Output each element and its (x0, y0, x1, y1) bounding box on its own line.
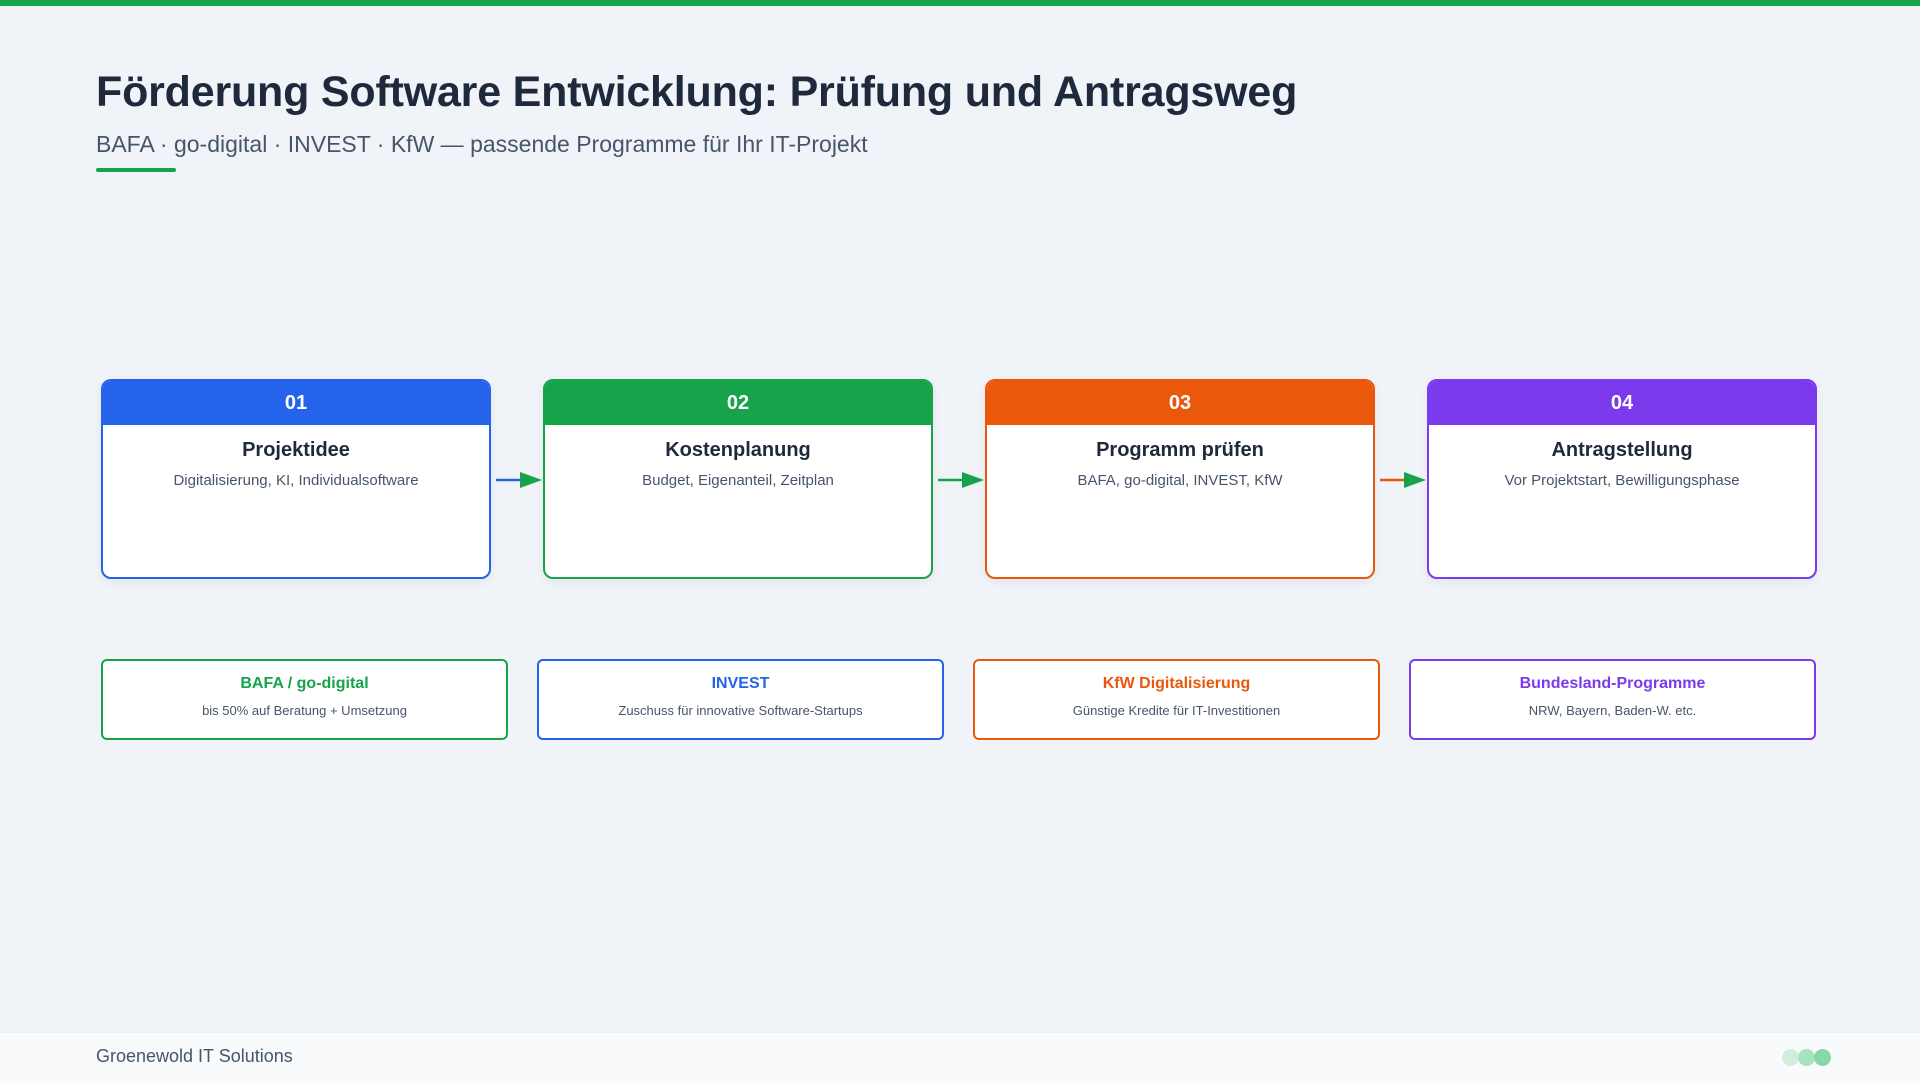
program-description: Günstige Kredite für IT-Investitionen (1072, 703, 1281, 718)
step-card-kostenplanung: 02 Kostenplanung Budget, Eigenanteil, Ze… (543, 379, 933, 579)
brand-dot (1814, 1049, 1831, 1066)
step-title: Programm prüfen (1096, 439, 1264, 461)
step-card-antragstellung: 04 Antragstellung Vor Projektstart, Bewi… (1427, 379, 1817, 579)
step-title: Antragstellung (1551, 439, 1693, 461)
brand-dots-icon (1782, 1049, 1834, 1067)
program-title: BAFA / go-digital (240, 675, 369, 692)
program-card-kfw: KfW Digitalisierung Günstige Kredite für… (973, 659, 1380, 740)
step-number: 04 (1429, 381, 1815, 425)
step-description: BAFA, go-digital, INVEST, KfW (1077, 472, 1283, 489)
program-card-bundesland: Bundesland-Programme NRW, Bayern, Baden-… (1409, 659, 1816, 740)
flow-arrow-icon (938, 472, 984, 488)
step-description: Budget, Eigenanteil, Zeitplan (642, 472, 834, 489)
program-title: Bundesland-Programme (1519, 675, 1706, 692)
step-title: Projektidee (242, 439, 350, 461)
step-card-programm-pruefen: 03 Programm prüfen BAFA, go-digital, INV… (985, 379, 1375, 579)
flow-arrow-icon (1380, 472, 1426, 488)
step-title: Kostenplanung (665, 439, 811, 461)
brand-dot (1782, 1049, 1799, 1066)
company-name: Groenewold IT Solutions (96, 1046, 293, 1066)
program-description: Zuschuss für innovative Software-Startup… (618, 703, 863, 718)
step-number: 03 (987, 381, 1373, 425)
program-card-invest: INVEST Zuschuss für innovative Software-… (537, 659, 944, 740)
program-card-bafa: BAFA / go-digital bis 50% auf Beratung +… (101, 659, 508, 740)
program-title: KfW Digitalisierung (1102, 675, 1251, 692)
step-card-projektidee: 01 Projektidee Digitalisierung, KI, Indi… (101, 379, 491, 579)
process-flow: 01 Projektidee Digitalisierung, KI, Indi… (0, 0, 1920, 1080)
program-title: INVEST (711, 675, 770, 692)
program-description: NRW, Bayern, Baden-W. etc. (1528, 703, 1697, 718)
step-description: Digitalisierung, KI, Individualsoftware (173, 472, 419, 489)
brand-dot (1798, 1049, 1815, 1066)
step-description: Vor Projektstart, Bewilligungsphase (1504, 472, 1740, 489)
step-number: 01 (103, 381, 489, 425)
program-description: bis 50% auf Beratung + Umsetzung (202, 703, 407, 718)
flow-arrow-icon (496, 472, 542, 488)
footer: Groenewold IT Solutions (0, 1032, 1920, 1081)
step-number: 02 (545, 381, 931, 425)
